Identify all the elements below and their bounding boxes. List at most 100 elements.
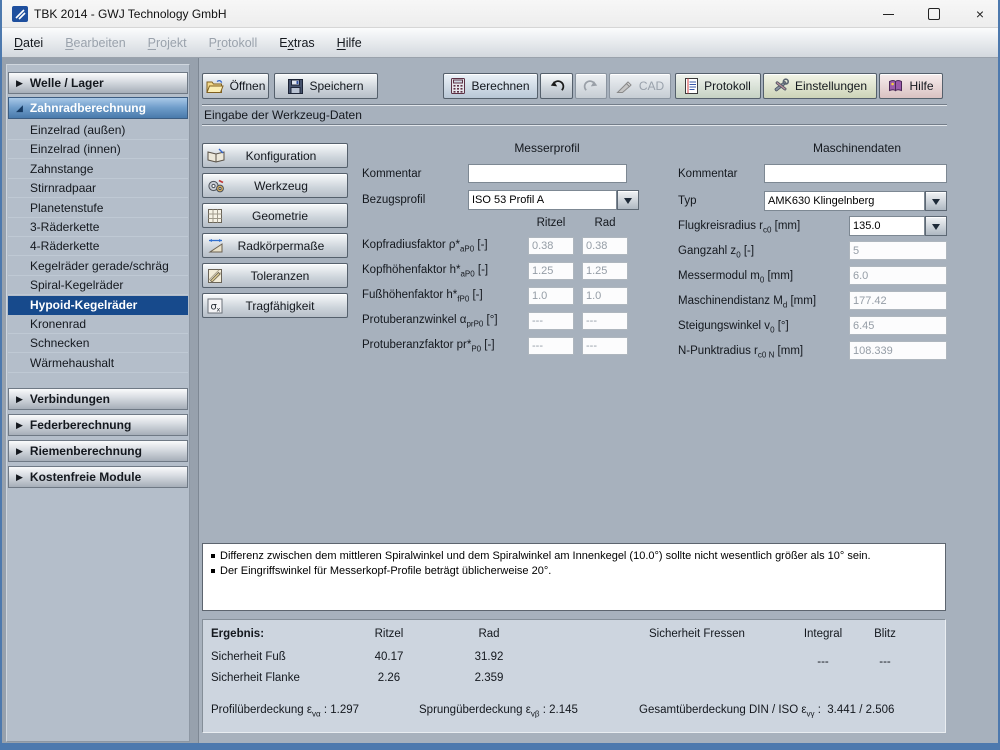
menu-datei[interactable]: Datei: [14, 36, 43, 50]
tolerance-chart-icon: [207, 268, 223, 284]
sidebar-item-kronenrad[interactable]: Kronenrad: [8, 315, 188, 334]
sidebar-item-waermehaushalt[interactable]: Wärmehaushalt: [8, 354, 188, 373]
kopfradiusfaktor-ritzel-field: [528, 237, 574, 255]
help-button[interactable]: Hilfe: [879, 73, 943, 99]
flugkreisradius-dropdown-button[interactable]: [925, 216, 947, 236]
settings-button[interactable]: Einstellungen: [763, 73, 877, 99]
sidebar-item-4-raederkette[interactable]: 4-Räderkette: [8, 237, 188, 256]
menu-protokoll: Protokoll: [209, 36, 258, 50]
hint-line: Der Eingriffswinkel für Messerkopf-Profi…: [211, 564, 937, 579]
sidebar-item-einzelrad-innen[interactable]: Einzelrad (innen): [8, 140, 188, 159]
typ-combo-input[interactable]: [764, 191, 925, 211]
bezugsprofil-dropdown-button[interactable]: [617, 190, 639, 210]
gangzahl-field: [849, 241, 947, 260]
typ-label: Typ: [678, 195, 697, 207]
maschinen-kommentar-label: Kommentar: [678, 168, 737, 180]
cad-icon: [616, 79, 633, 94]
messerprofil-kommentar-input[interactable]: [468, 164, 627, 183]
minimize-button[interactable]: [866, 0, 910, 28]
fusshoehenfaktor-ritzel-field: [528, 287, 574, 305]
geometrie-button[interactable]: Geometrie: [202, 203, 348, 228]
radkoerpermasse-button[interactable]: Radkörpermaße: [202, 233, 348, 258]
bezugsprofil-combo-input[interactable]: [468, 190, 617, 210]
tragfaehigkeit-button[interactable]: σ x Tragfähigkeit: [202, 293, 348, 318]
protuberanzwinkel-label: Protuberanzwinkel αprP0 [°]: [362, 314, 498, 328]
maschinendaten-title: Maschinendaten: [767, 141, 947, 155]
kopfhoehenfaktor-label: Kopfhöhenfaktor h*aP0 [-]: [362, 264, 488, 278]
svg-text:x: x: [217, 305, 221, 313]
menu-items: Datei Bearbeiten Projekt Protokoll Extra…: [14, 28, 362, 58]
toleranzen-button[interactable]: Toleranzen: [202, 263, 348, 288]
redo-button: [575, 73, 607, 99]
bullet-icon: [211, 569, 215, 573]
sidebar-section-kostenfreie-module[interactable]: ▶ Kostenfreie Module: [8, 466, 188, 488]
kopfhoehenfaktor-ritzel-field: [528, 262, 574, 280]
menu-extras[interactable]: Extras: [279, 36, 314, 50]
cad-button: CAD: [609, 73, 671, 99]
sigma-x-icon: σ x: [207, 298, 223, 314]
document-icon: [685, 78, 698, 94]
sidebar-section-verbindungen[interactable]: ▶ Verbindungen: [8, 388, 188, 410]
fusshoehenfaktor-rad-field: [582, 287, 628, 305]
sidebar-item-einzelrad-aussen[interactable]: Einzelrad (außen): [8, 121, 188, 140]
werkzeug-button[interactable]: Werkzeug: [202, 173, 348, 198]
save-button[interactable]: Speichern: [274, 73, 378, 99]
sidebar-section-welle-lager[interactable]: ▶ Welle / Lager: [8, 72, 188, 94]
results-col-integral: Integral: [793, 628, 853, 640]
protuberanzfaktor-label: Protuberanzfaktor pr*P0 [-]: [362, 339, 495, 353]
result-value: 40.17: [359, 651, 419, 663]
result-row-label: Sicherheit Flanke: [211, 672, 300, 684]
kopfradiusfaktor-rad-field: [582, 237, 628, 255]
close-button[interactable]: ×: [958, 0, 1000, 28]
undo-button[interactable]: [540, 73, 573, 99]
maximize-icon: [928, 8, 940, 20]
sidebar-item-kegelraeder[interactable]: Kegelräder gerade/schräg: [8, 257, 188, 276]
application-window: TBK 2014 - GWJ Technology GmbH × Datei B…: [0, 0, 1000, 750]
sidebar-item-3-raederkette[interactable]: 3-Räderkette: [8, 218, 188, 237]
sidebar-item-planetenstufe[interactable]: Planetenstufe: [8, 199, 188, 218]
sidebar-item-spiral-kegelraeder[interactable]: Spiral-Kegelräder: [8, 276, 188, 295]
sidebar-item-zahnstange[interactable]: Zahnstange: [8, 160, 188, 179]
maximize-button[interactable]: [912, 0, 956, 28]
flugkreisradius-combo-input[interactable]: [849, 216, 925, 236]
sidebar-item-hypoid-kegelraeder[interactable]: Hypoid-Kegelräder: [8, 296, 188, 315]
maschinen-kommentar-input[interactable]: [764, 164, 947, 183]
collapsed-arrow-icon: ▶: [16, 79, 23, 88]
menu-bearbeiten: Bearbeiten: [65, 36, 125, 50]
divider: [202, 104, 947, 106]
menu-hilfe[interactable]: Hilfe: [337, 36, 362, 50]
sidebar-item-schnecken[interactable]: Schnecken: [8, 334, 188, 353]
result-row-label: Sicherheit Fuß: [211, 651, 286, 663]
fusshoehenfaktor-label: Fußhöhenfaktor h*fP0 [-]: [362, 289, 483, 303]
sidebar-section-zahnradberechnung[interactable]: ◢ Zahnradberechnung: [8, 97, 188, 119]
open-button[interactable]: Öffnen: [202, 73, 269, 99]
maschinendistanz-label: Maschinendistanz Md [mm]: [678, 295, 816, 309]
expanded-arrow-icon: ◢: [16, 104, 23, 113]
typ-dropdown-button[interactable]: [925, 191, 947, 211]
menu-bar: Datei Bearbeiten Projekt Protokoll Extra…: [2, 28, 998, 58]
gears-icon: [207, 178, 225, 194]
results-panel: Ergebnis: Ritzel Rad Sicherheit Fressen …: [202, 619, 946, 733]
maschinendistanz-field: [849, 291, 947, 310]
sidebar-section-federberechnung[interactable]: ▶ Federberechnung: [8, 414, 188, 436]
menu-projekt: Projekt: [148, 36, 187, 50]
sidebar-item-stirnradpaar[interactable]: Stirnradpaar: [8, 179, 188, 198]
collapsed-arrow-icon: ▶: [16, 447, 23, 456]
book-icon: [888, 79, 903, 93]
protuberanzfaktor-ritzel-field: [528, 337, 574, 355]
protocol-button[interactable]: Protokoll: [675, 73, 761, 99]
app-icon: [12, 6, 28, 22]
kopfhoehenfaktor-rad-field: [582, 262, 628, 280]
ritzel-column-header: Ritzel: [528, 217, 574, 229]
result-value: ---: [855, 656, 915, 668]
kopfradiusfaktor-label: Kopfradiusfaktor ρ*aP0 [-]: [362, 239, 488, 253]
results-col-fressen: Sicherheit Fressen: [649, 628, 745, 640]
konfiguration-button[interactable]: Konfiguration: [202, 143, 348, 168]
sidebar-section-riemenberechnung[interactable]: ▶ Riemenberechnung: [8, 440, 188, 462]
chevron-down-icon: [624, 198, 632, 208]
protuberanzwinkel-ritzel-field: [528, 312, 574, 330]
results-col-ritzel: Ritzel: [359, 628, 419, 640]
section-title: Eingabe der Werkzeug-Daten: [204, 108, 362, 122]
calculate-button[interactable]: Berechnen: [443, 73, 538, 99]
minimize-icon: [883, 14, 894, 15]
